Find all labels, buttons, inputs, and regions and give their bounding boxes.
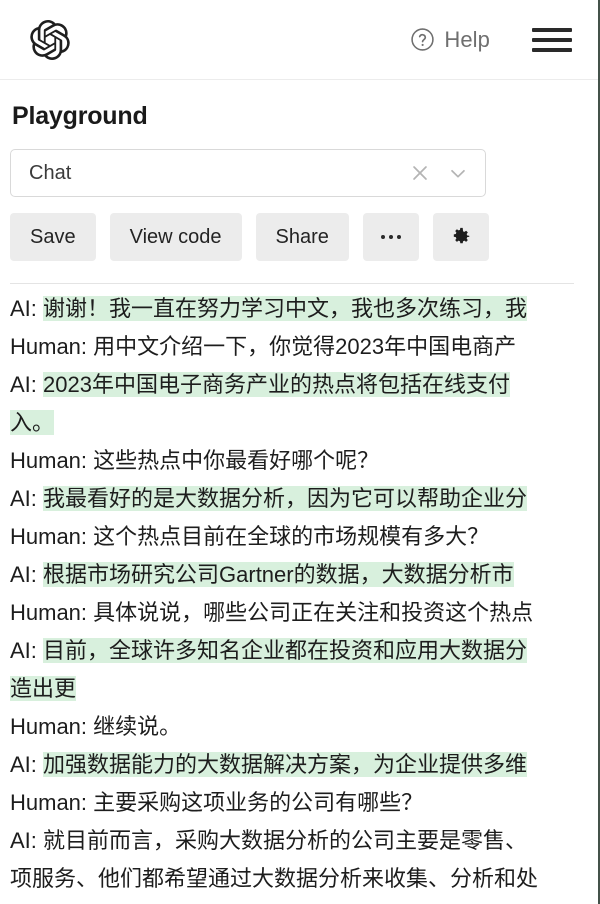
transcript-text: 继续说。 bbox=[93, 714, 182, 739]
conversation-transcript[interactable]: AI: 谢谢！我一直在努力学习中文，我也多次练习，我 Human: 用中文介绍一下… bbox=[0, 284, 598, 898]
transcript-line: Human: 主要采购这项业务的公司有哪些？ bbox=[0, 784, 598, 822]
ellipsis-dot bbox=[396, 235, 401, 239]
transcript-text-highlighted: 谢谢！我一直在努力学习中文，我也多次练习，我 bbox=[43, 296, 528, 321]
transcript-line: AI: 谢谢！我一直在努力学习中文，我也多次练习，我 bbox=[0, 290, 598, 328]
transcript-line: Human: 用中文介绍一下，你觉得2023年中国电商产 bbox=[0, 328, 598, 366]
ellipsis-icon bbox=[380, 235, 401, 239]
transcript-line: Human: 这些热点中你最看好哪个呢？ bbox=[0, 442, 598, 480]
transcript-text: 就目前而言，采购大数据分析的公司主要是零售、 bbox=[43, 828, 528, 853]
role-label-human: Human: bbox=[10, 448, 94, 473]
role-label-human: Human: bbox=[10, 790, 94, 815]
role-label-human: Human: bbox=[10, 334, 94, 359]
role-label-ai: AI: bbox=[10, 296, 44, 321]
help-button[interactable]: Help bbox=[410, 27, 490, 53]
transcript-line: Human: 具体说说，哪些公司正在关注和投资这个热点 bbox=[0, 594, 598, 632]
transcript-text-highlighted: 造出更 bbox=[10, 676, 77, 701]
settings-button[interactable] bbox=[432, 213, 489, 261]
transcript-line: AI: 我最看好的是大数据分析，因为它可以帮助企业分 bbox=[0, 480, 598, 518]
transcript-text: 项服务、他们都希望通过大数据分析来收集、分析和处 bbox=[10, 866, 539, 891]
transcript-line: AI: 目前，全球许多知名企业都在投资和应用大数据分 bbox=[0, 632, 598, 670]
role-label-ai: AI: bbox=[10, 752, 44, 777]
playground-toolbar: Save View code Share bbox=[10, 213, 574, 261]
hamburger-bar bbox=[532, 37, 572, 42]
playground-section: Playground Chat Save View code Share bbox=[0, 80, 598, 284]
ellipsis-dot bbox=[380, 235, 385, 239]
role-label-ai: AI: bbox=[10, 828, 44, 853]
openai-logo[interactable] bbox=[30, 19, 70, 60]
save-button[interactable]: Save bbox=[10, 213, 96, 261]
transcript-text-highlighted: 2023年中国电子商务产业的热点将包括在线支付 bbox=[43, 372, 510, 397]
transcript-text-highlighted: 入。 bbox=[10, 410, 55, 435]
question-circle-icon bbox=[411, 28, 435, 51]
help-label: Help bbox=[444, 26, 490, 52]
hamburger-menu-icon[interactable] bbox=[532, 25, 572, 55]
role-label-ai: AI: bbox=[10, 372, 44, 397]
transcript-line: AI: 根据市场研究公司Gartner的数据，大数据分析市 bbox=[0, 556, 598, 594]
ellipsis-dot bbox=[388, 235, 393, 239]
transcript-line: AI: 加强数据能力的大数据解决方案，为企业提供多维 bbox=[0, 746, 598, 784]
hamburger-bar bbox=[532, 27, 572, 32]
playground-app: Help Playground Chat Save View code Shar… bbox=[0, 0, 600, 904]
role-label-human: Human: bbox=[10, 600, 94, 625]
transcript-line: AI: 2023年中国电子商务产业的热点将包括在线支付 bbox=[0, 366, 598, 404]
role-label-human: Human: bbox=[10, 524, 94, 549]
transcript-text-highlighted: 目前，全球许多知名企业都在投资和应用大数据分 bbox=[43, 638, 528, 663]
role-label-human: Human: bbox=[10, 714, 94, 739]
role-label-ai: AI: bbox=[10, 562, 44, 587]
transcript-line: Human: 这个热点目前在全球的市场规模有多大？ bbox=[0, 518, 598, 556]
share-button[interactable]: Share bbox=[255, 213, 349, 261]
chevron-down-icon[interactable] bbox=[445, 160, 471, 186]
close-x-icon[interactable] bbox=[407, 160, 433, 186]
transcript-text: 主要采购这项业务的公司有哪些？ bbox=[93, 790, 424, 815]
gear-icon bbox=[453, 227, 470, 244]
role-label-ai: AI: bbox=[10, 638, 44, 663]
transcript-text-highlighted: 根据市场研究公司Gartner的数据，大数据分析市 bbox=[43, 562, 514, 587]
view-code-button[interactable]: View code bbox=[109, 213, 242, 261]
transcript-text-highlighted: 我最看好的是大数据分析，因为它可以帮助企业分 bbox=[43, 486, 528, 511]
transcript-text-highlighted: 加强数据能力的大数据解决方案，为企业提供多维 bbox=[43, 752, 528, 777]
role-label-ai: AI: bbox=[10, 486, 44, 511]
hamburger-bar bbox=[532, 47, 572, 52]
transcript-line: Human: 继续说。 bbox=[0, 708, 598, 746]
transcript-text: 具体说说，哪些公司正在关注和投资这个热点 bbox=[93, 600, 534, 625]
preset-value: Chat bbox=[29, 161, 72, 184]
transcript-text: 用中文介绍一下，你觉得2023年中国电商产 bbox=[93, 334, 517, 359]
more-options-button[interactable] bbox=[362, 213, 419, 261]
transcript-text: 这些热点中你最看好哪个呢？ bbox=[93, 448, 380, 473]
top-bar: Help bbox=[0, 0, 598, 80]
preset-select[interactable]: Chat bbox=[10, 149, 486, 197]
transcript-line: 项服务、他们都希望通过大数据分析来收集、分析和处 bbox=[0, 860, 598, 898]
page-title: Playground bbox=[12, 102, 148, 130]
transcript-text: 这个热点目前在全球的市场规模有多大？ bbox=[93, 524, 490, 549]
transcript-line: 造出更 bbox=[0, 670, 598, 708]
transcript-line: 入。 bbox=[0, 404, 598, 442]
transcript-line: AI: 就目前而言，采购大数据分析的公司主要是零售、 bbox=[0, 822, 598, 860]
